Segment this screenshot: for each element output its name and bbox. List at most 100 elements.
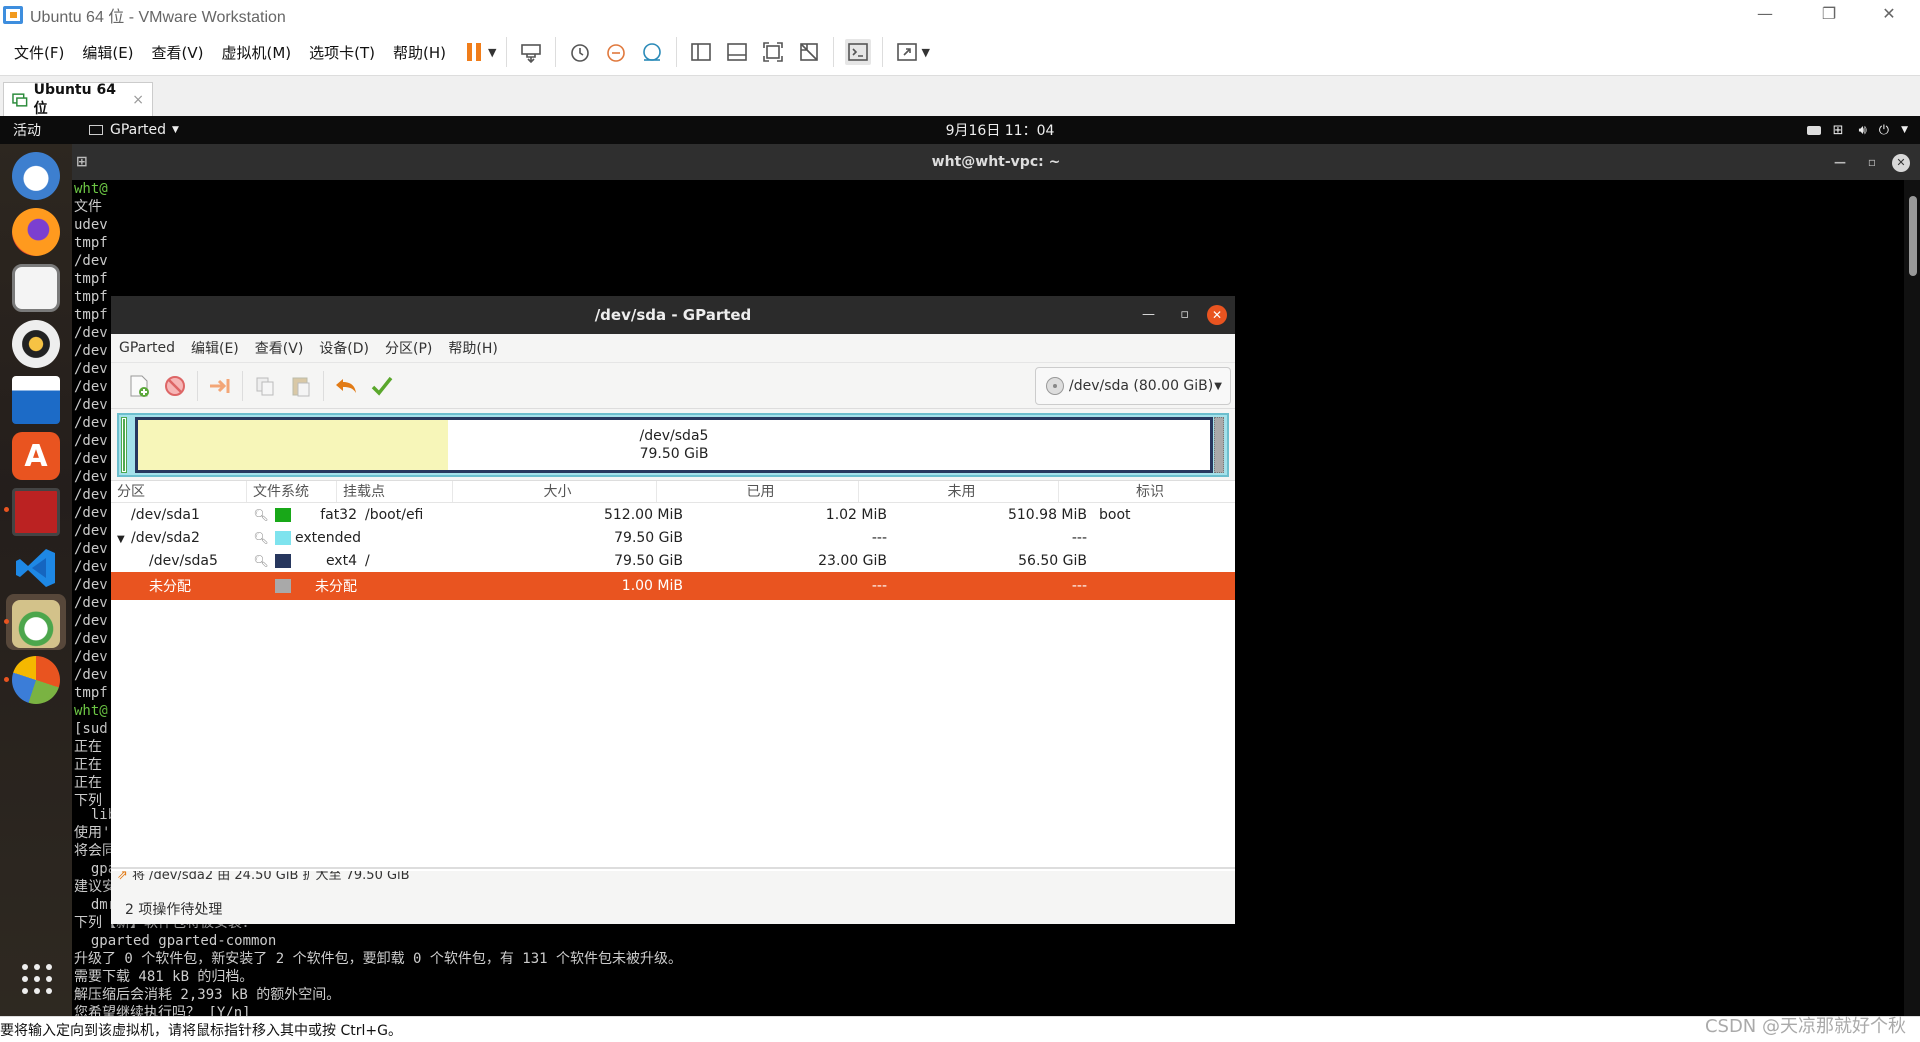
menu-view[interactable]: 查看(V) [144, 42, 212, 63]
vmware-titlebar: Ubuntu 64 位 - VMware Workstation — ❐ ✕ [0, 0, 1920, 29]
clock[interactable]: 9月16日 11：04 [940, 120, 1060, 140]
stretch-guest-icon[interactable] [894, 39, 920, 65]
sda5-partition-bar[interactable]: /dev/sda5 79.50 GiB [135, 417, 1213, 473]
pause-icon[interactable] [461, 39, 487, 65]
writer-icon[interactable] [12, 376, 60, 424]
guest-screen[interactable]: 活动 GParted ▼ 9月16日 11：04 ⊞ 🔊︎ ⏻ ▼ A wht@… [0, 116, 1920, 1016]
menu-tabs[interactable]: 选项卡(T) [301, 42, 383, 63]
partition-list-empty-area[interactable] [111, 604, 1235, 869]
terminal-line-fragment: /dev [74, 433, 108, 449]
revert-snapshot-icon[interactable] [603, 39, 629, 65]
table-row[interactable]: /dev/sda5 🔍︎ ext4 / 79.50 GiB 23.00 GiB … [111, 549, 1235, 572]
menu-partition[interactable]: 分区(P) [377, 338, 440, 358]
stretch-dropdown-icon[interactable]: ▼ [921, 46, 929, 59]
terminal-scrollbar[interactable] [1904, 180, 1920, 1016]
terminal-left-fragments: wht@ 文件 udev tmpf/dev tmpf tmpf tmpf/dev/dev/d… [74, 180, 112, 810]
terminal-line-fragment: /dev [74, 541, 108, 557]
pause-dropdown-icon[interactable]: ▼ [488, 46, 496, 59]
toolbar-separator [242, 370, 243, 401]
close-icon[interactable]: ✕ [1862, 0, 1916, 29]
col-flags[interactable]: 标识 [1059, 481, 1235, 502]
gparted-titlebar: /dev/sda - GParted — ▫ ✕ [111, 296, 1235, 334]
pending-operation[interactable]: ⇗ 将 /dev/sda2 由 24.50 GiB 扩大至 79.50 GiB [111, 871, 1235, 885]
menu-help[interactable]: 帮助(H) [440, 338, 505, 358]
key-icon: 🔍︎ [253, 507, 269, 522]
vscode-icon[interactable] [12, 544, 60, 592]
system-tray[interactable]: ⊞ 🔊︎ ⏻ ▼ [1806, 123, 1908, 138]
restore-icon[interactable]: ❐ [1802, 0, 1856, 29]
full-screen-icon[interactable] [760, 39, 786, 65]
show-library-icon[interactable] [688, 39, 714, 65]
unity-icon[interactable] [796, 39, 822, 65]
copy-icon[interactable] [247, 369, 283, 403]
tab-close-icon[interactable]: × [132, 92, 144, 108]
tab-ubuntu[interactable]: Ubuntu 64 位 × [3, 82, 153, 117]
resize-move-icon[interactable] [202, 369, 238, 403]
gparted-window[interactable]: /dev/sda - GParted — ▫ ✕ GParted 编辑(E) 查… [111, 296, 1235, 924]
menu-file[interactable]: 文件(F) [6, 42, 72, 63]
terminal-line: gparted gparted-common [74, 933, 277, 949]
apply-icon[interactable] [364, 369, 400, 403]
minimize-icon[interactable]: — [1738, 0, 1792, 29]
running-indicator [4, 507, 9, 512]
menu-vm[interactable]: 虚拟机(M) [214, 42, 300, 63]
menu-help[interactable]: 帮助(H) [385, 42, 454, 63]
rhythmbox-icon[interactable] [12, 320, 60, 368]
expander-icon[interactable]: ▼ [117, 534, 125, 545]
files-icon[interactable] [12, 264, 60, 312]
extended-partition-bar[interactable]: /dev/sda5 79.50 GiB [117, 413, 1229, 477]
thumbnail-bar-icon[interactable] [724, 39, 750, 65]
app-menu[interactable]: GParted ▼ [89, 122, 179, 138]
fs-color-swatch [275, 530, 291, 545]
close-icon[interactable]: ✕ [1207, 305, 1227, 325]
cell-filesystem: extended [295, 529, 362, 546]
terminal-line-fragment: /dev [74, 469, 108, 485]
snapshot-manager-icon[interactable] [639, 39, 665, 65]
pending-operation-text: 将 /dev/sda2 由 24.50 GiB 扩大至 79.50 GiB [132, 871, 410, 883]
delete-partition-icon[interactable] [157, 369, 193, 403]
col-unused[interactable]: 未用 [859, 481, 1059, 502]
table-row-selected[interactable]: 未分配 未分配 1.00 MiB --- --- [111, 572, 1235, 600]
terminal-line-fragment: tmpf [74, 685, 108, 701]
maximize-icon[interactable]: ▫ [1180, 296, 1189, 334]
col-partition[interactable]: 分区 [111, 481, 247, 502]
undo-icon[interactable] [328, 369, 364, 403]
table-row[interactable]: ▼ /dev/sda2 🔍︎ extended 79.50 GiB --- --- [111, 526, 1235, 549]
minimize-icon[interactable]: — [1834, 144, 1846, 180]
device-selector[interactable]: /dev/sda (80.00 GiB) ▼ [1035, 367, 1231, 405]
new-tab-icon[interactable]: ⊞ [76, 144, 88, 180]
sda1-partition-bar[interactable] [121, 417, 127, 473]
paste-icon[interactable] [283, 369, 319, 403]
maximize-icon[interactable]: ▫ [1868, 144, 1876, 180]
table-row[interactable]: /dev/sda1 🔍︎ fat32 /boot/efi 512.00 MiB … [111, 503, 1235, 526]
activities-button[interactable]: 活动 [13, 120, 41, 140]
terminal-line-fragment: /dev [74, 451, 108, 467]
menu-gparted[interactable]: GParted [111, 340, 183, 356]
show-applications-icon[interactable] [22, 964, 52, 994]
close-icon[interactable]: ✕ [1892, 154, 1910, 172]
software-center-icon[interactable]: A [12, 432, 60, 480]
thunderbird-icon[interactable] [12, 152, 60, 200]
col-used[interactable]: 已用 [657, 481, 859, 502]
remmina-icon[interactable] [12, 488, 60, 536]
col-mountpoint[interactable]: 挂载点 [337, 481, 453, 502]
system-monitor-icon[interactable] [12, 656, 60, 704]
snapshot-icon[interactable] [567, 39, 593, 65]
unallocated-bar[interactable] [1214, 417, 1224, 473]
menu-edit[interactable]: 编辑(E) [183, 338, 247, 358]
scroll-thumb[interactable] [1909, 196, 1917, 276]
minimize-icon[interactable]: — [1142, 296, 1155, 334]
gparted-icon[interactable] [12, 600, 60, 648]
menu-view[interactable]: 查看(V) [247, 338, 312, 358]
new-partition-icon[interactable] [121, 369, 157, 403]
firefox-icon[interactable] [12, 208, 60, 256]
ubuntu-dock: A [0, 144, 72, 1016]
menu-edit[interactable]: 编辑(E) [74, 42, 141, 63]
console-view-icon[interactable] [845, 39, 872, 65]
gparted-title: /dev/sda - GParted [594, 306, 752, 324]
send-ctrl-alt-del-icon[interactable] [518, 39, 544, 65]
col-filesystem[interactable]: 文件系统 [247, 481, 337, 502]
gnome-top-bar: 活动 GParted ▼ 9月16日 11：04 ⊞ 🔊︎ ⏻ ▼ [0, 116, 1920, 144]
menu-device[interactable]: 设备(D) [311, 338, 377, 358]
col-size[interactable]: 大小 [453, 481, 657, 502]
